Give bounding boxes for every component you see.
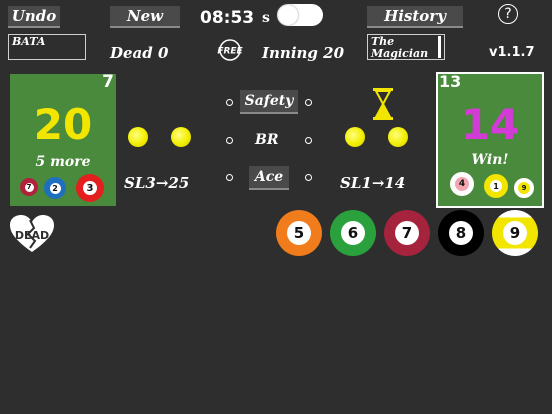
ace-radio-left[interactable] — [226, 174, 233, 181]
clock: 08:53 — [200, 8, 255, 28]
history-button[interactable]: History — [367, 6, 463, 28]
player1-corner-number: 7 — [102, 72, 114, 92]
hourglass-icon[interactable] — [372, 87, 394, 121]
break-run-label: BR — [255, 132, 279, 148]
seconds-toggle[interactable] — [277, 4, 323, 26]
rack-ball-9[interactable]: 9 — [492, 210, 538, 256]
br-radio-left[interactable] — [226, 137, 233, 144]
version-label: v1.1.7 — [489, 45, 535, 60]
player1-indicator-ball — [171, 127, 191, 147]
player2-score: 14 — [460, 100, 520, 149]
player2-panel[interactable]: 13 14 Win! 4 1 9 — [436, 72, 544, 208]
player1-skill-level: SL3→25 — [124, 174, 190, 192]
player1-indicator-ball — [128, 127, 148, 147]
safety-button[interactable]: Safety — [240, 90, 298, 114]
free-icon-label: FREE — [217, 47, 243, 57]
player2-corner-number: 13 — [439, 72, 462, 91]
player2-skill-level: SL1→14 — [340, 174, 406, 192]
player1-ball: 3 — [76, 174, 104, 202]
dead-ball-icon[interactable]: DEAD — [8, 214, 56, 254]
safety-radio-right[interactable] — [305, 99, 312, 106]
player1-panel[interactable]: 7 20 5 more 7 2 3 — [10, 72, 116, 206]
player2-indicator-ball — [345, 127, 365, 147]
br-radio-right[interactable] — [305, 137, 312, 144]
new-game-button[interactable]: New — [110, 6, 180, 28]
player2-name-field[interactable]: The Magician — [367, 34, 445, 60]
ace-button[interactable]: Ace — [249, 166, 289, 190]
player1-name-field[interactable]: BATA — [8, 34, 86, 60]
help-icon[interactable]: ? — [498, 4, 518, 24]
player2-remaining: Win! — [471, 152, 509, 168]
inning-count: Inning 20 — [262, 44, 345, 62]
player1-ball: 2 — [44, 177, 66, 199]
rack-ball-5[interactable]: 5 — [276, 210, 322, 256]
rack-ball-8[interactable]: 8 — [438, 210, 484, 256]
player2-ball: 1 — [484, 174, 508, 198]
player1-remaining: 5 more — [35, 154, 91, 170]
player1-ball: 7 — [20, 178, 38, 196]
player2-ball: 9 — [514, 178, 534, 198]
text-cursor — [438, 36, 441, 58]
rack-ball-6[interactable]: 6 — [330, 210, 376, 256]
dead-icon-label: DEAD — [15, 229, 49, 242]
toggle-knob — [278, 5, 298, 25]
free-icon[interactable]: FREE — [216, 38, 244, 62]
ace-radio-right[interactable] — [305, 174, 312, 181]
player1-score: 20 — [33, 100, 93, 149]
dead-count: Dead 0 — [110, 44, 169, 62]
seconds-label: s — [262, 10, 270, 26]
player2-ball: 4 — [450, 172, 474, 196]
rack-ball-7[interactable]: 7 — [384, 210, 430, 256]
undo-button[interactable]: Undo — [8, 6, 60, 28]
safety-radio-left[interactable] — [226, 99, 233, 106]
player2-indicator-ball — [388, 127, 408, 147]
